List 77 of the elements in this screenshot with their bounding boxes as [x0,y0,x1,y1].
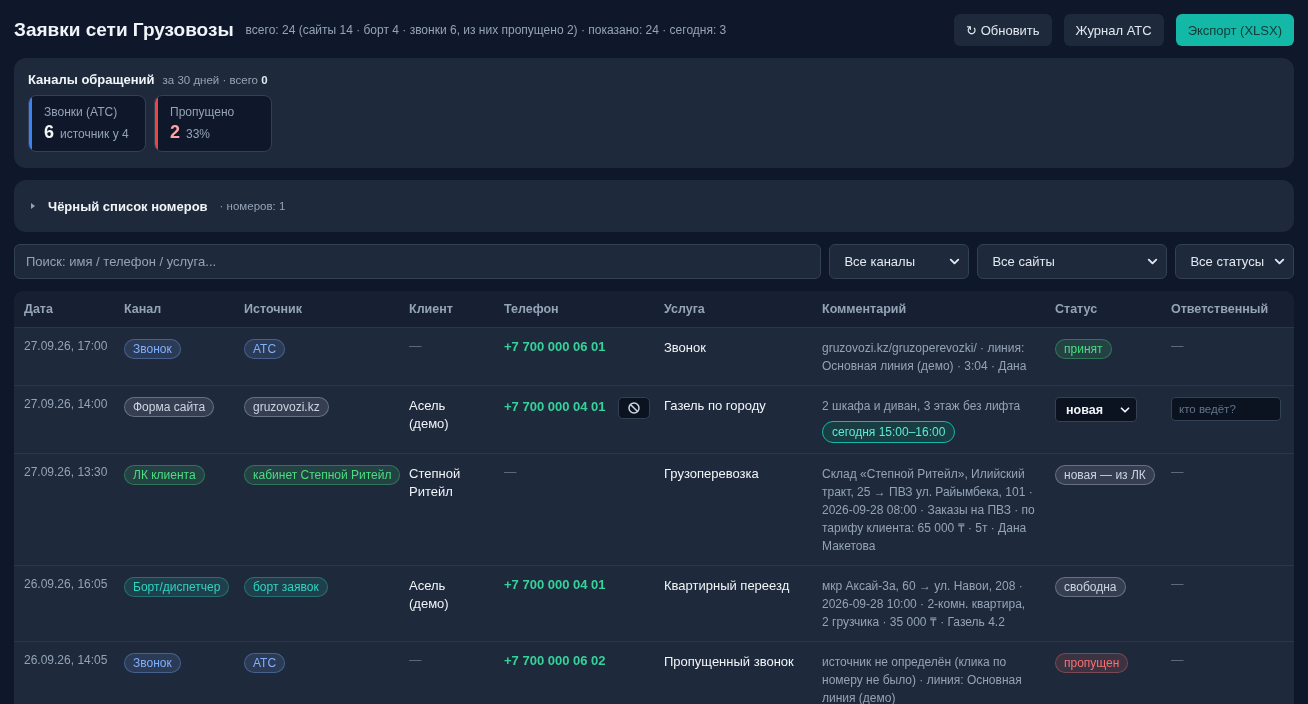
table-cell-text: Квартирный переезд [664,577,791,595]
table-cell-text: Пропущенный звонок [664,653,795,671]
status-select[interactable]: новая [1055,397,1137,422]
table-cell-text: Асель (демо) [409,397,450,433]
phone-link[interactable]: +7 700 000 04 01 [504,399,606,415]
header-button[interactable]: Журнал АТС [1063,14,1164,46]
channel-tag: Борт/диспетчер [124,577,230,597]
table-cell-text: Газель по городу [664,397,767,415]
stat-note: 33% [186,127,211,141]
panel-subtitle: за 30 дней · всего 0 [162,74,268,86]
table-cell: 26.09.26, 14:05 [24,653,108,667]
responsible-input[interactable]: кто ведёт? [1171,397,1281,421]
status-badge: принят [1055,339,1112,359]
comment-text: 2 шкафа и диван, 3 этаж без лифта [822,398,1022,415]
header-button[interactable]: ↻ Обновить [954,14,1052,46]
blacklist-count: · номеров: 1 [219,200,286,212]
table-cell: — [1171,339,1184,353]
table-cell: 27.09.26, 17:00 [24,339,108,353]
column-header: Статус [1045,291,1161,328]
channel-tag: Звонок [124,339,181,359]
status-badge: новая — из ЛК [1055,465,1155,485]
stat-value: 6 [44,122,54,143]
block-button[interactable] [617,397,650,419]
disclosure-triangle-icon[interactable] [30,203,36,209]
column-header: Услуга [654,291,812,328]
filter-select[interactable]: Все сайты [977,244,1168,279]
stat-label: Звонки (АТС) [44,105,119,119]
panel-title: Каналы обращений [28,72,155,87]
table-cell: — [504,465,517,479]
column-header: Ответственный [1161,291,1294,328]
table-cell: — [409,653,422,667]
status-badge: пропущен [1055,653,1129,673]
channel-tag: Звонок [124,653,181,673]
table-cell: 26.09.26, 16:05 [24,577,108,591]
column-header: Источник [234,291,399,328]
column-header: Дата [14,291,114,328]
source-tag: АТС [244,339,286,359]
export-button[interactable]: Экспорт (XLSX) [1175,14,1294,46]
phone-link[interactable]: +7 700 000 06 02 [504,653,606,668]
source-tag: АТС [244,653,286,673]
table-cell: — [409,339,422,353]
summary-text: всего: 24 (сайты 14 · борт 4 · звонки 6, из них пропущено 2) · показано: 24 · сегодня: 3 [245,23,728,37]
time-slot-badge: сегодня 15:00–16:00 [822,421,956,443]
filter-select[interactable]: Все каналы [829,244,970,279]
table-cell: — [1171,465,1184,479]
source-tag: gruzovozi.kz [244,397,329,417]
column-header: Канал [114,291,234,328]
table-cell: — [1171,653,1184,667]
channel-tag: Форма сайта [124,397,215,417]
comment-text: мкр Аксай-3а, 60 → ул. Навои, 208 · 2026-09-28 10:00 · 2-комн. квартира, 2 грузчика · 35 000 ₸ · Газель 4.2 [822,578,1027,631]
channel-tag: ЛК клиента [124,465,205,485]
page-title: Заявки сети Грузовозы [14,19,234,41]
source-tag: кабинет Степной Ритейл [244,465,401,485]
table-cell-text: Степной Ритейл [409,465,462,501]
ban-icon [627,402,640,414]
stat-value: 2 [170,122,180,143]
column-header: Комментарий [812,291,1045,328]
column-header: Телефон [494,291,654,328]
search-field[interactable]: Поиск: имя / телефон / услуга... [14,244,822,279]
table-cell: 27.09.26, 14:00 [24,397,108,411]
phone-link[interactable]: +7 700 000 06 01 [504,339,606,354]
stat-label: Пропущено [170,105,235,119]
phone-link[interactable]: +7 700 000 04 01 [504,577,606,592]
filter-select[interactable]: Все статусы [1175,244,1294,279]
source-tag: борт заявок [244,577,328,597]
comment-text: gruzovozi.kz/gruzoperevozki/ · линия: Основная линия (демо) · 3:04 · Дана [822,340,1028,375]
status-badge: свободна [1055,577,1126,597]
blacklist-title[interactable]: Чёрный список номеров [48,198,208,214]
table-cell-text: Звонок [664,339,707,357]
table-cell: — [1171,577,1184,591]
stat-note: источник у 4 [60,127,129,141]
comment-text: Склад «Степной Ритейл», Илийский тракт, 25 → ПВЗ ул. Райымбека, 101 · 2026-09-28 08:00 · Заказы на ПВЗ · по тарифу клиента: 65 000 ₸ · 5т · Дана Макетова [822,466,1035,555]
table-cell: 27.09.26, 13:30 [24,465,108,479]
comment-text: источник не определён (клика по номеру не было) · линия: Основная линия (демо) [822,654,1023,704]
table-cell-text: Грузоперевозка [664,465,760,483]
column-header: Клиент [399,291,494,328]
table-cell-text: Асель (демо) [409,577,450,613]
